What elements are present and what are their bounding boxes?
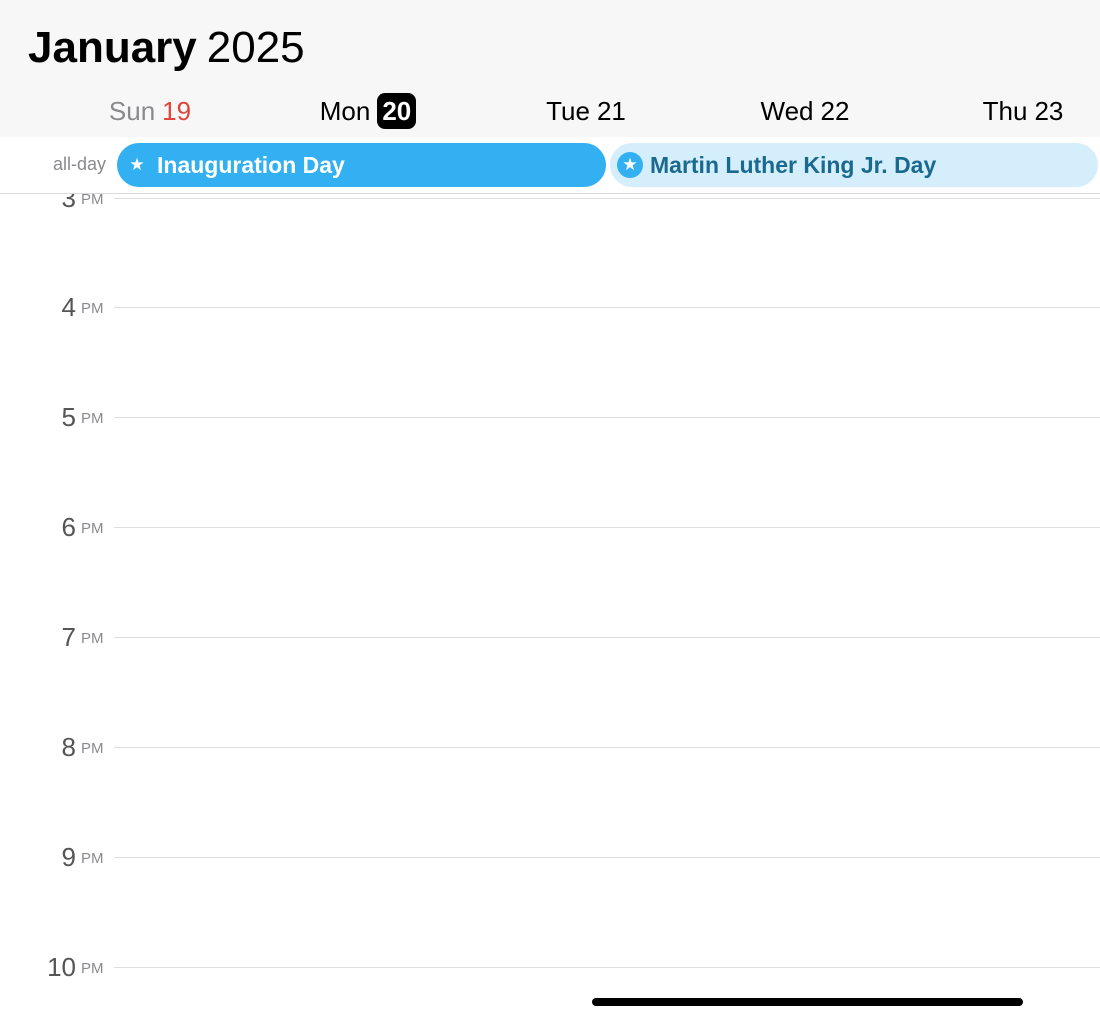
day-number: 19 xyxy=(162,96,192,126)
star-icon: ★ xyxy=(129,155,145,174)
hour-row: 10 PM xyxy=(0,952,1100,997)
today-badge: 20 xyxy=(377,93,417,129)
day-name: Sun xyxy=(108,96,156,126)
hour-number: 8 xyxy=(61,732,76,762)
time-grid[interactable]: 3 PM 4 PM 5 PM 6 PM 7 PM 8 PM 9 PM 10 PM xyxy=(0,194,1100,1017)
all-day-label: all-day xyxy=(52,154,106,174)
hour-divider xyxy=(114,857,1100,858)
day-number: 21 xyxy=(596,96,626,126)
star-icon: ★ xyxy=(617,152,643,178)
hour-row: 9 PM xyxy=(0,842,1100,887)
hour-row: 8 PM xyxy=(0,732,1100,777)
hour-suffix: PM xyxy=(81,740,104,757)
hour-divider xyxy=(114,637,1100,638)
hour-number: 10 xyxy=(47,952,76,982)
day-header-mon[interactable]: Mon 20 xyxy=(308,92,428,130)
day-header-wed[interactable]: Wed 22 xyxy=(750,92,860,130)
day-header-sun[interactable]: Sun 19 xyxy=(100,92,200,130)
event-mlk-day[interactable]: ★ Martin Luther King Jr. Day xyxy=(610,143,1098,187)
event-title: Martin Luther King Jr. Day xyxy=(650,152,937,178)
hour-suffix: PM xyxy=(81,850,104,867)
day-name: Wed xyxy=(760,96,814,126)
day-name: Tue xyxy=(546,96,590,126)
hour-number: 7 xyxy=(61,622,76,652)
day-name: Mon xyxy=(319,96,371,126)
hour-number: 3 xyxy=(61,194,76,213)
all-day-row: all-day ★ Inauguration Day ★ Martin Luth… xyxy=(0,137,1100,194)
hour-suffix: PM xyxy=(81,960,104,977)
hour-number: 5 xyxy=(61,402,76,432)
home-indicator[interactable] xyxy=(592,998,1023,1006)
day-name: Thu xyxy=(982,96,1028,126)
hour-divider xyxy=(114,967,1100,968)
day-number: 23 xyxy=(1034,96,1064,126)
hour-divider xyxy=(114,307,1100,308)
hour-number: 4 xyxy=(61,292,76,322)
hour-suffix: PM xyxy=(81,300,104,317)
year-label: 2025 xyxy=(206,23,305,72)
calendar-header: January 2025 Sun 19 Mon 20 Tue 21 Wed 22 Thu 2… xyxy=(0,0,1100,138)
hour-number: 9 xyxy=(61,842,76,872)
hour-divider xyxy=(114,527,1100,528)
hour-suffix: PM xyxy=(81,410,104,427)
hour-row: 7 PM xyxy=(0,622,1100,667)
hour-divider xyxy=(114,747,1100,748)
hour-suffix: PM xyxy=(81,194,104,208)
hour-divider xyxy=(114,417,1100,418)
hour-divider xyxy=(114,198,1100,199)
event-inauguration-day[interactable]: ★ Inauguration Day xyxy=(117,143,606,187)
day-header-tue[interactable]: Tue 21 xyxy=(536,92,636,130)
hour-row: 3 PM xyxy=(0,194,1100,228)
day-header-thu[interactable]: Thu 23 xyxy=(975,92,1071,130)
hour-row: 6 PM xyxy=(0,512,1100,557)
hour-row: 5 PM xyxy=(0,402,1100,447)
hour-suffix: PM xyxy=(81,520,104,537)
month-title[interactable]: January 2025 xyxy=(28,22,305,74)
hour-row: 4 PM xyxy=(0,292,1100,337)
hour-number: 6 xyxy=(61,512,76,542)
day-number: 22 xyxy=(820,96,850,126)
event-title: Inauguration Day xyxy=(157,152,345,178)
hour-suffix: PM xyxy=(81,630,104,647)
month-label: January xyxy=(28,23,197,72)
calendar-app: January 2025 Sun 19 Mon 20 Tue 21 Wed 22 Thu 2… xyxy=(0,0,1100,1017)
